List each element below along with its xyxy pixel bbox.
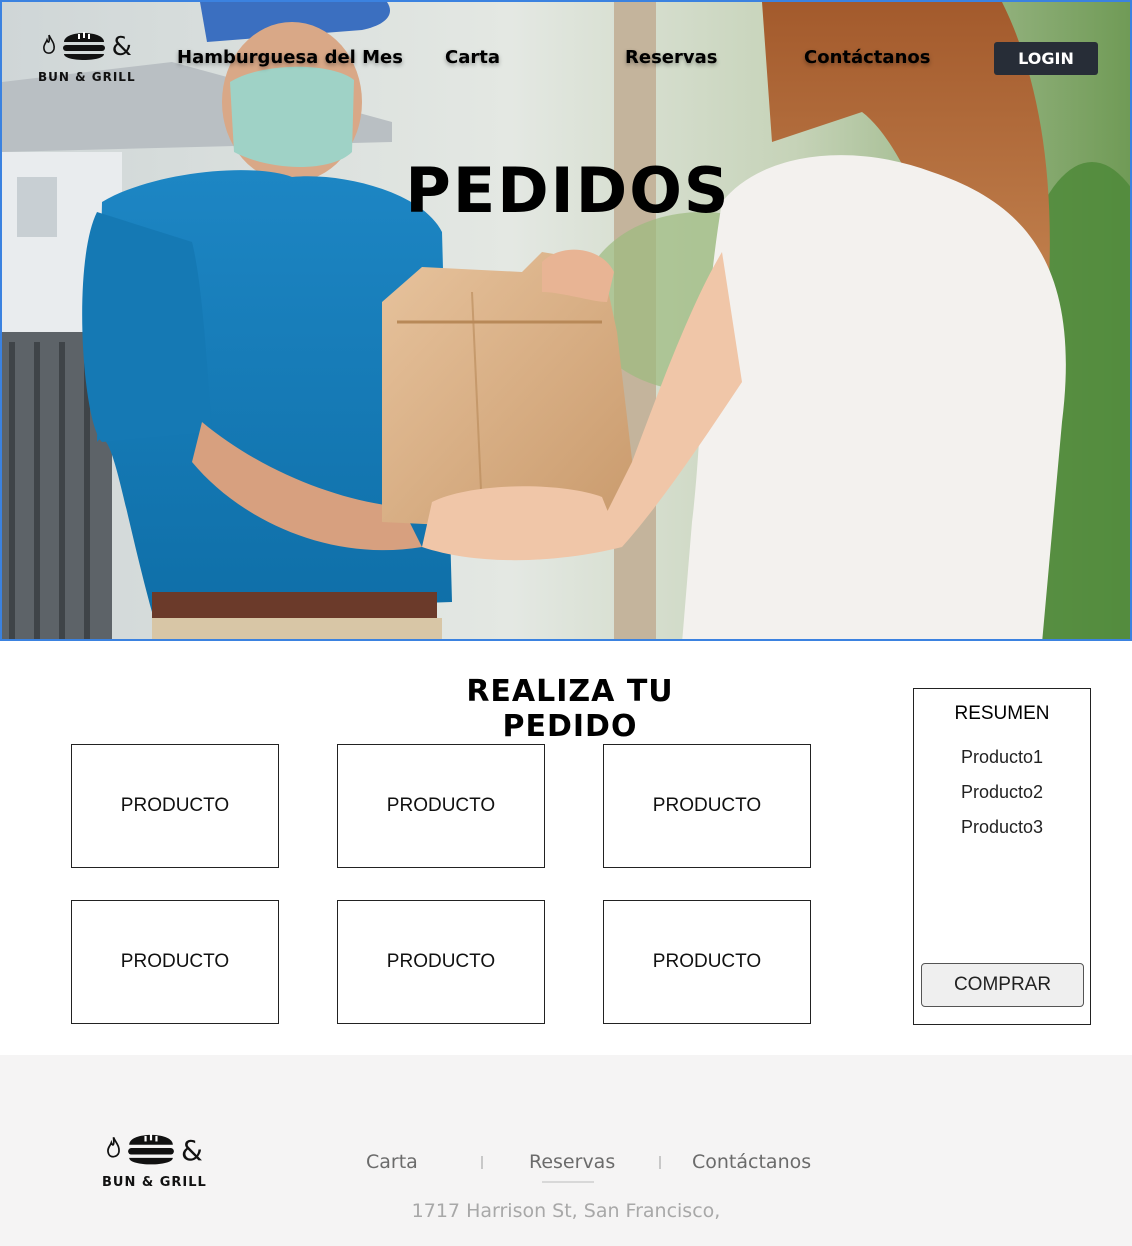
flame-icon: [106, 1136, 121, 1164]
footer-link-carta[interactable]: Carta: [366, 1151, 418, 1173]
footer-link-contactanos[interactable]: Contáctanos: [692, 1151, 811, 1173]
summary-title: RESUMEN: [954, 703, 1050, 724]
product-card[interactable]: PRODUCTO: [71, 744, 279, 868]
footer-active-underline: [542, 1181, 594, 1183]
product-card[interactable]: PRODUCTO: [603, 744, 811, 868]
login-button[interactable]: LOGIN: [994, 42, 1098, 75]
product-card[interactable]: PRODUCTO: [337, 900, 545, 1024]
nav-hamburguesa-del-mes[interactable]: Hamburguesa del Mes: [177, 47, 403, 68]
product-card[interactable]: PRODUCTO: [337, 744, 545, 868]
logo-wordmark: BUN & GRILL: [102, 1175, 207, 1190]
footer-link-reservas[interactable]: Reservas: [529, 1151, 615, 1173]
footer-address: 1717 Harrison St, San Francisco,: [411, 1200, 721, 1222]
product-card[interactable]: PRODUCTO: [71, 900, 279, 1024]
nav-contactanos[interactable]: Contáctanos: [804, 47, 930, 68]
nav-reservas[interactable]: Reservas: [625, 47, 717, 68]
footer-logo[interactable]: & BUN & GRILL: [102, 1127, 207, 1191]
hero-title: PEDIDOS: [405, 154, 731, 227]
nav-carta[interactable]: Carta: [445, 47, 500, 68]
logo-ampersand: &: [111, 32, 132, 62]
footer: & BUN & GRILL Carta Reservas Contáctanos…: [0, 1055, 1132, 1246]
burger-icon: [127, 1127, 175, 1173]
footer-separator: [659, 1156, 661, 1169]
order-summary-panel: RESUMEN Producto1 Producto2 Producto3 CO…: [913, 688, 1091, 1025]
logo-wordmark: BUN & GRILL: [38, 70, 136, 84]
product-card[interactable]: PRODUCTO: [603, 900, 811, 1024]
header-logo[interactable]: & BUN & GRILL: [38, 26, 136, 84]
flame-icon: [42, 34, 56, 60]
hero-banner: & BUN & GRILL Hamburguesa del Mes Carta …: [0, 0, 1132, 641]
delivery-photo: [2, 2, 1130, 639]
summary-item: Producto1: [960, 747, 1044, 767]
summary-item: Producto2: [960, 782, 1044, 802]
summary-item: Producto3: [960, 817, 1044, 837]
burger-icon: [62, 26, 106, 68]
footer-separator: [481, 1156, 483, 1169]
logo-ampersand: &: [180, 1133, 203, 1167]
buy-button[interactable]: COMPRAR: [921, 963, 1084, 1007]
order-section-title: REALIZA TU PEDIDO: [466, 674, 674, 744]
